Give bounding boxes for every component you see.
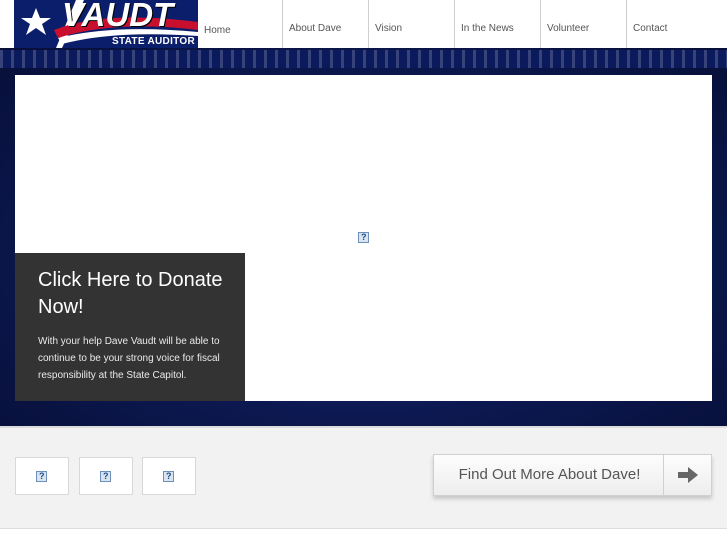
broken-image-icon <box>163 471 174 482</box>
thumbnail-3[interactable] <box>142 457 196 495</box>
broken-image-icon <box>100 471 111 482</box>
main-nav: Home About Dave Vision In the News Volun… <box>198 0 712 48</box>
nav-item-home[interactable]: Home <box>198 0 282 48</box>
site-header: VAUDT STATE AUDITOR Home About Dave Visi… <box>0 0 727 52</box>
nav-item-contact[interactable]: Contact <box>626 0 712 48</box>
arrow-right-icon <box>663 455 711 495</box>
nav-item-in-the-news[interactable]: In the News <box>454 0 540 48</box>
nav-item-about-dave[interactable]: About Dave <box>282 0 368 48</box>
logo-brand: VAUDT <box>62 0 174 33</box>
broken-image-icon <box>358 232 369 243</box>
donate-title[interactable]: Click Here to Donate Now! <box>38 267 223 321</box>
nav-item-volunteer[interactable]: Volunteer <box>540 0 626 48</box>
site-logo[interactable]: VAUDT STATE AUDITOR <box>14 0 198 48</box>
find-out-more-button[interactable]: Find Out More About Dave! <box>433 454 712 496</box>
stars-strip <box>0 50 727 68</box>
donate-text: With your help Dave Vaudt will be able t… <box>38 336 220 381</box>
thumbnail-2[interactable] <box>79 457 133 495</box>
footer-strip <box>0 528 727 545</box>
find-out-more-label: Find Out More About Dave! <box>458 466 641 483</box>
logo-subtitle: STATE AUDITOR <box>112 36 195 47</box>
nav-item-vision[interactable]: Vision <box>368 0 454 48</box>
broken-image-icon <box>36 471 47 482</box>
thumbnail-1[interactable] <box>15 457 69 495</box>
donate-panel[interactable]: Click Here to Donate Now! With your help… <box>15 253 245 401</box>
